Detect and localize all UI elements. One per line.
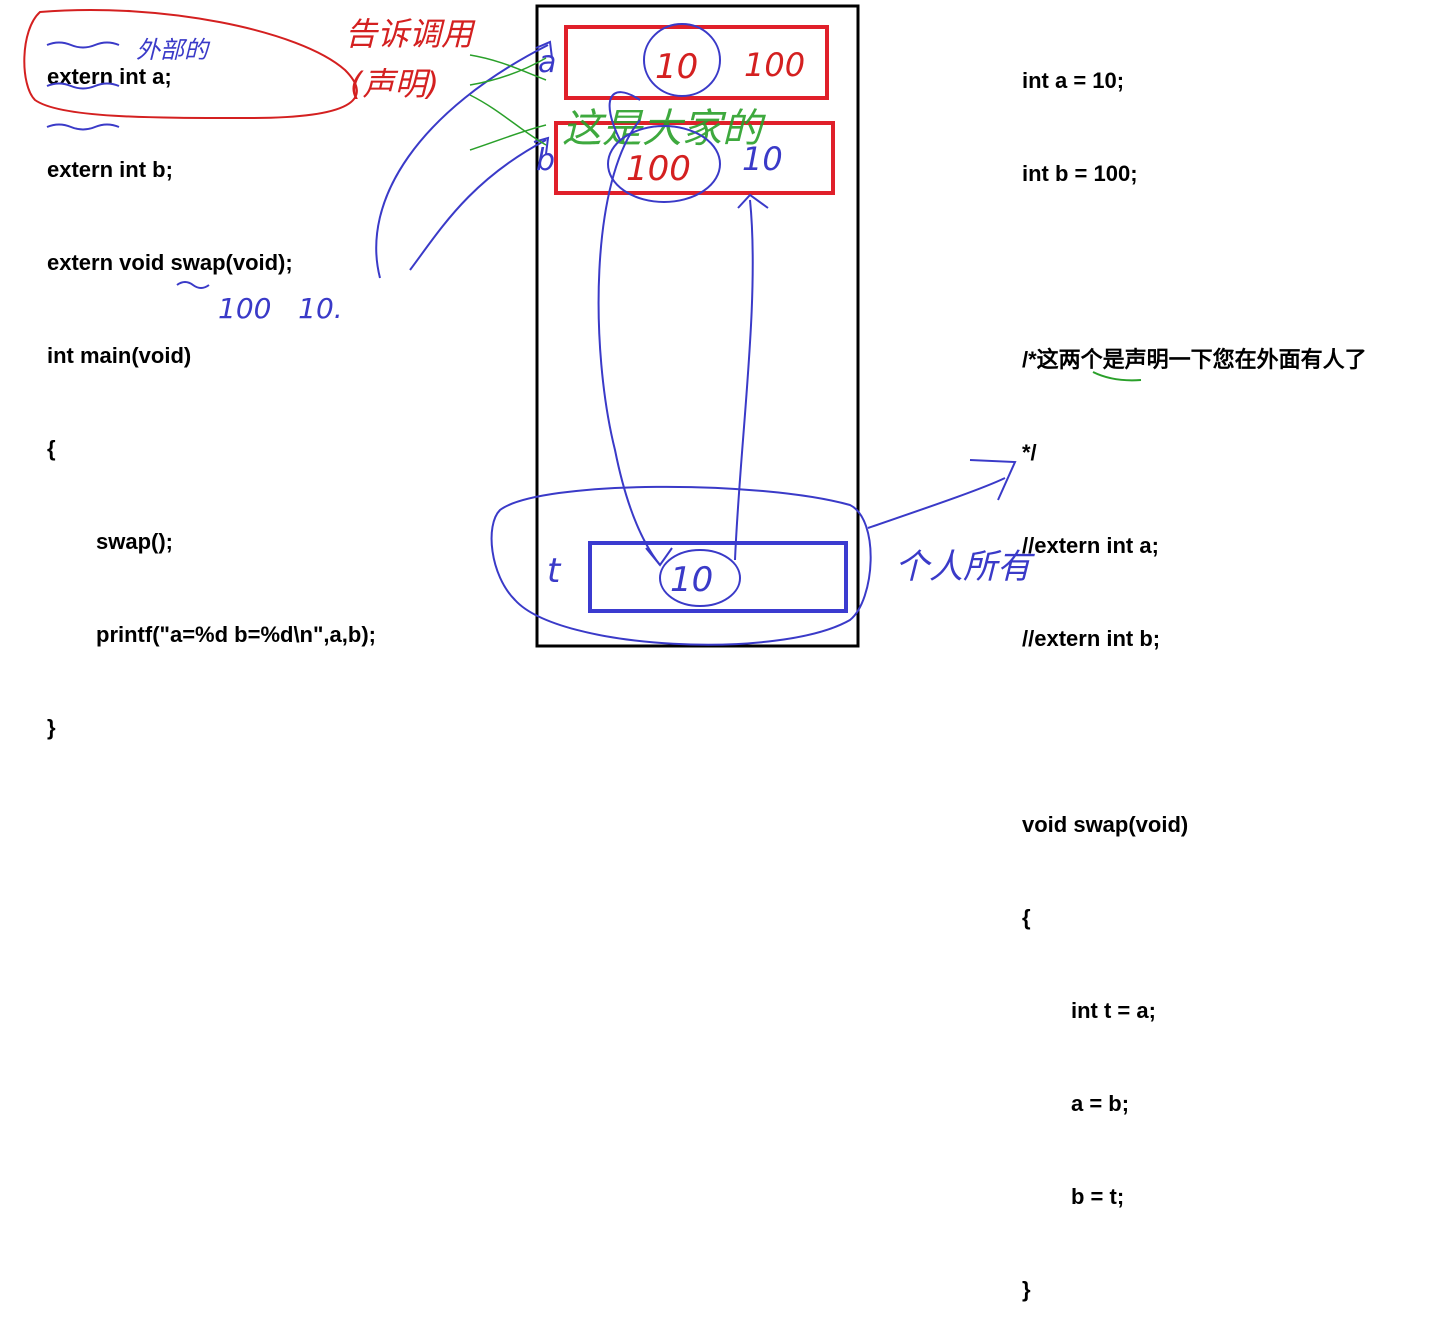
value-b-new: 10 bbox=[742, 140, 783, 178]
memory-diagram: 外部的 告诉调用 (声明) 这是大家的 个人所有 100 10. a b t 1… bbox=[23, 4, 1142, 648]
arrow-head bbox=[737, 193, 769, 209]
swap-underline bbox=[1092, 371, 1142, 382]
label-var-a: a bbox=[538, 45, 556, 80]
annotation-output: 100 10. bbox=[218, 292, 343, 325]
code-line: { bbox=[1022, 905, 1031, 930]
annotation-external: 外部的 bbox=[136, 36, 211, 64]
code-line: } bbox=[1022, 1277, 1031, 1302]
arrow-decl-a bbox=[469, 57, 547, 86]
value-a-new: 100 bbox=[744, 46, 805, 84]
arrow-printf-b bbox=[409, 139, 547, 271]
code-line: a = b; bbox=[1071, 1091, 1130, 1116]
arrow-to-swap bbox=[867, 477, 1006, 529]
annotation-shared: 这是大家的 bbox=[562, 106, 766, 152]
annotation-personal: 个人所有 bbox=[895, 547, 1035, 587]
annotation-declare-ref: 告诉调用 bbox=[345, 15, 476, 53]
label-var-t: t bbox=[547, 551, 562, 591]
squiggle bbox=[46, 82, 120, 90]
value-a-old: 10 bbox=[655, 47, 698, 87]
label-var-b: b bbox=[536, 143, 555, 178]
code-line: void swap(void) bbox=[1022, 812, 1189, 837]
squiggle bbox=[176, 281, 210, 289]
annotation-declaration: (声明) bbox=[350, 65, 439, 103]
arrow-head bbox=[969, 459, 1017, 501]
value-b-old: 100 bbox=[626, 149, 691, 189]
squiggle bbox=[46, 123, 120, 131]
squiggle bbox=[46, 41, 120, 49]
code-line: b = t; bbox=[1071, 1184, 1125, 1209]
value-t: 10 bbox=[670, 560, 713, 600]
flow-t-to-b bbox=[734, 199, 754, 561]
code-line: int t = a; bbox=[1071, 998, 1156, 1023]
